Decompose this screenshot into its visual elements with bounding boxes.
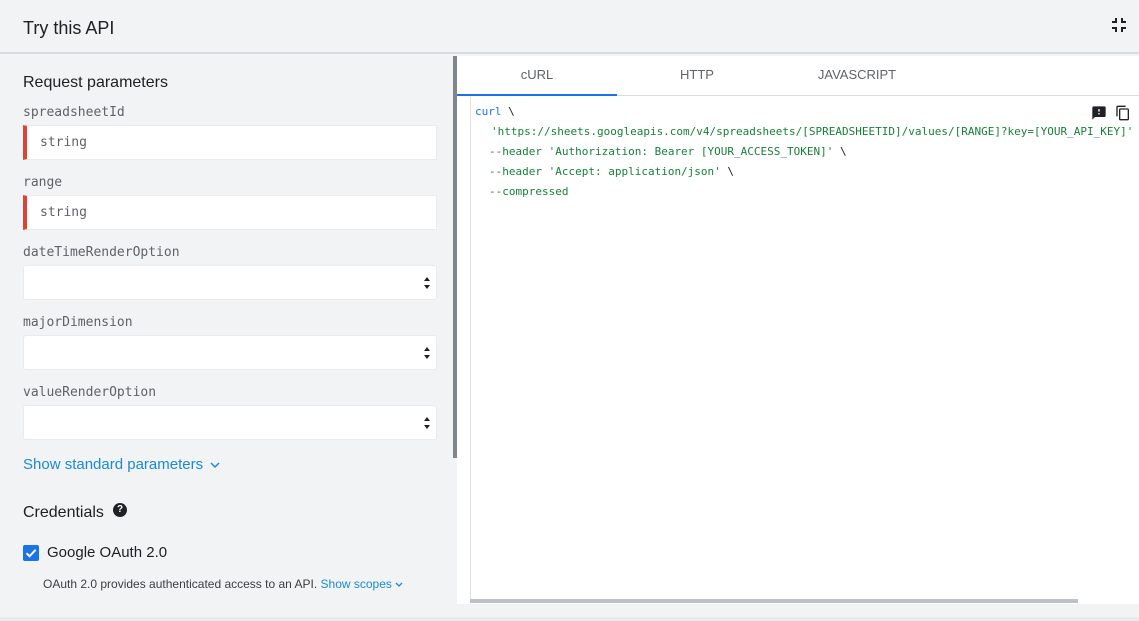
show-scopes-label: Show scopes — [320, 577, 392, 591]
check-icon — [25, 549, 37, 558]
code-string: 'Authorization: Bearer [YOUR_ACCESS_TOKE… — [548, 145, 834, 158]
valuerenderoption-label: valueRenderOption — [23, 385, 157, 400]
code-option: --header — [489, 165, 549, 178]
valuerenderoption-select[interactable] — [23, 405, 437, 440]
tab-curl[interactable]: cURL — [457, 56, 617, 96]
code-keyword: curl — [475, 105, 502, 118]
horizontal-scrollbar[interactable] — [470, 599, 1078, 603]
code-block[interactable]: curl \ 'https://sheets.googleapis.com/v4… — [470, 97, 1139, 602]
datetimerenderoption-select[interactable] — [23, 265, 437, 300]
copy-icon[interactable] — [1115, 105, 1131, 121]
majordimension-select[interactable] — [23, 335, 437, 370]
select-arrows-icon — [424, 347, 430, 359]
tab-http[interactable]: HTTP — [617, 56, 777, 96]
feedback-icon[interactable] — [1091, 105, 1107, 121]
chevron-down-icon — [210, 462, 220, 469]
header: Try this API — [0, 0, 1139, 54]
majordimension-label: majorDimension — [23, 315, 133, 330]
code-line: 'https://sheets.googleapis.com/v4/spread… — [491, 125, 1134, 138]
oauth-description-text: OAuth 2.0 provides authenticated access … — [43, 577, 318, 591]
help-icon[interactable]: ? — [113, 503, 127, 517]
code-panel: cURL HTTP JAVASCRIPT curl \ 'https://she… — [457, 56, 1139, 604]
code-line: --header 'Authorization: Bearer [YOUR_AC… — [489, 145, 847, 158]
show-standard-parameters-link[interactable]: Show standard parameters — [23, 456, 220, 473]
code-line: --compressed — [489, 185, 569, 198]
code-text: \ — [720, 165, 735, 178]
code-option: --header — [489, 145, 549, 158]
code-text: \ — [501, 105, 515, 118]
code-tabs: cURL HTTP JAVASCRIPT — [457, 56, 1139, 96]
chevron-down-icon — [395, 582, 403, 587]
range-label: range — [23, 175, 63, 190]
section-title-request-parameters: Request parameters — [23, 74, 168, 91]
tab-javascript[interactable]: JAVASCRIPT — [777, 56, 937, 96]
credentials-title: Credentials — [23, 504, 104, 521]
datetimerenderoption-label: dateTimeRenderOption — [23, 245, 180, 260]
spreadsheetid-input[interactable] — [23, 125, 437, 160]
code-line: --header 'Accept: application/json' \ — [489, 165, 734, 178]
oauth-label: Google OAuth 2.0 — [47, 544, 168, 561]
spreadsheetid-label: spreadsheetId — [23, 105, 125, 120]
footer-divider — [0, 617, 1139, 621]
oauth-description: OAuth 2.0 provides authenticated access … — [43, 577, 403, 591]
show-standard-parameters-label: Show standard parameters — [23, 456, 204, 473]
code-string: 'Accept: application/json' — [548, 165, 721, 178]
select-arrows-icon — [424, 277, 430, 289]
show-scopes-link[interactable]: Show scopes — [321, 577, 404, 591]
page-title: Try this API — [23, 18, 115, 38]
range-input[interactable] — [23, 195, 437, 230]
oauth-checkbox[interactable] — [23, 545, 39, 561]
select-arrows-icon — [424, 417, 430, 429]
fullscreen-exit-icon[interactable] — [1107, 13, 1131, 37]
code-text: \ — [833, 145, 847, 158]
code-line: curl \ — [475, 105, 515, 118]
